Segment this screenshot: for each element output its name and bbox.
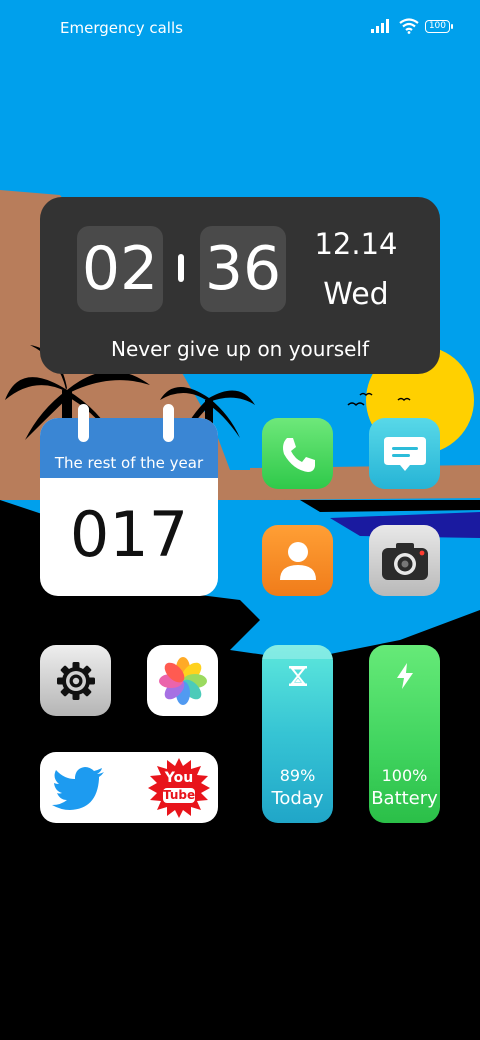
screen-time-percent: 89% — [279, 766, 316, 785]
contacts-app[interactable] — [262, 525, 333, 596]
status-bar: Emergency calls 100 — [0, 0, 480, 56]
battery-percent: 100% — [381, 766, 428, 785]
message-icon — [383, 436, 426, 471]
youtube-top-text: You — [164, 770, 194, 786]
social-widget: You Tube — [40, 752, 218, 823]
screen-time-fill-track — [262, 645, 333, 659]
battery-label: Battery — [371, 788, 438, 809]
clock-date: 12.14 — [314, 227, 398, 261]
clock-minute: 36 — [200, 226, 286, 312]
clock-motto: Never give up on yourself — [110, 337, 370, 361]
contact-icon — [279, 541, 316, 580]
emergency-calls-text: Emergency calls — [60, 19, 183, 37]
gear-icon — [56, 661, 95, 700]
clock-hour: 02 — [77, 226, 163, 312]
lightning-icon — [397, 663, 413, 689]
settings-app[interactable] — [40, 645, 111, 716]
photos-app[interactable] — [147, 645, 218, 716]
clock-weekday: Wed — [323, 277, 389, 312]
screen-time-label: Today — [271, 788, 324, 809]
phone-app[interactable] — [262, 418, 333, 489]
clock-widget[interactable]: 02 36 12.14 Wed Never give up on yoursel… — [40, 197, 440, 374]
calendar-ring-left — [78, 404, 89, 442]
battery-icon: 100 — [424, 19, 454, 33]
wifi-icon — [399, 18, 419, 34]
hourglass-icon — [289, 666, 307, 686]
photos-icon — [158, 656, 207, 705]
battery-widget[interactable]: 100% Battery — [369, 645, 440, 823]
calendar-widget[interactable]: The rest of the year 017 — [40, 404, 218, 596]
calendar-ring-right — [163, 404, 174, 442]
phone-icon — [282, 437, 315, 472]
twitter-icon[interactable] — [52, 767, 106, 811]
camera-app[interactable] — [369, 525, 440, 596]
calendar-days-remaining: 017 — [69, 498, 189, 571]
signal-icon — [370, 19, 389, 33]
youtube-bottom-text: Tube — [163, 788, 196, 803]
camera-icon — [381, 542, 428, 580]
youtube-icon[interactable]: You Tube — [147, 756, 211, 820]
clock-separator — [178, 254, 184, 282]
calendar-title: The rest of the year — [54, 454, 204, 472]
messages-app[interactable] — [369, 418, 440, 489]
screen-time-widget[interactable]: 89% Today — [262, 645, 333, 823]
